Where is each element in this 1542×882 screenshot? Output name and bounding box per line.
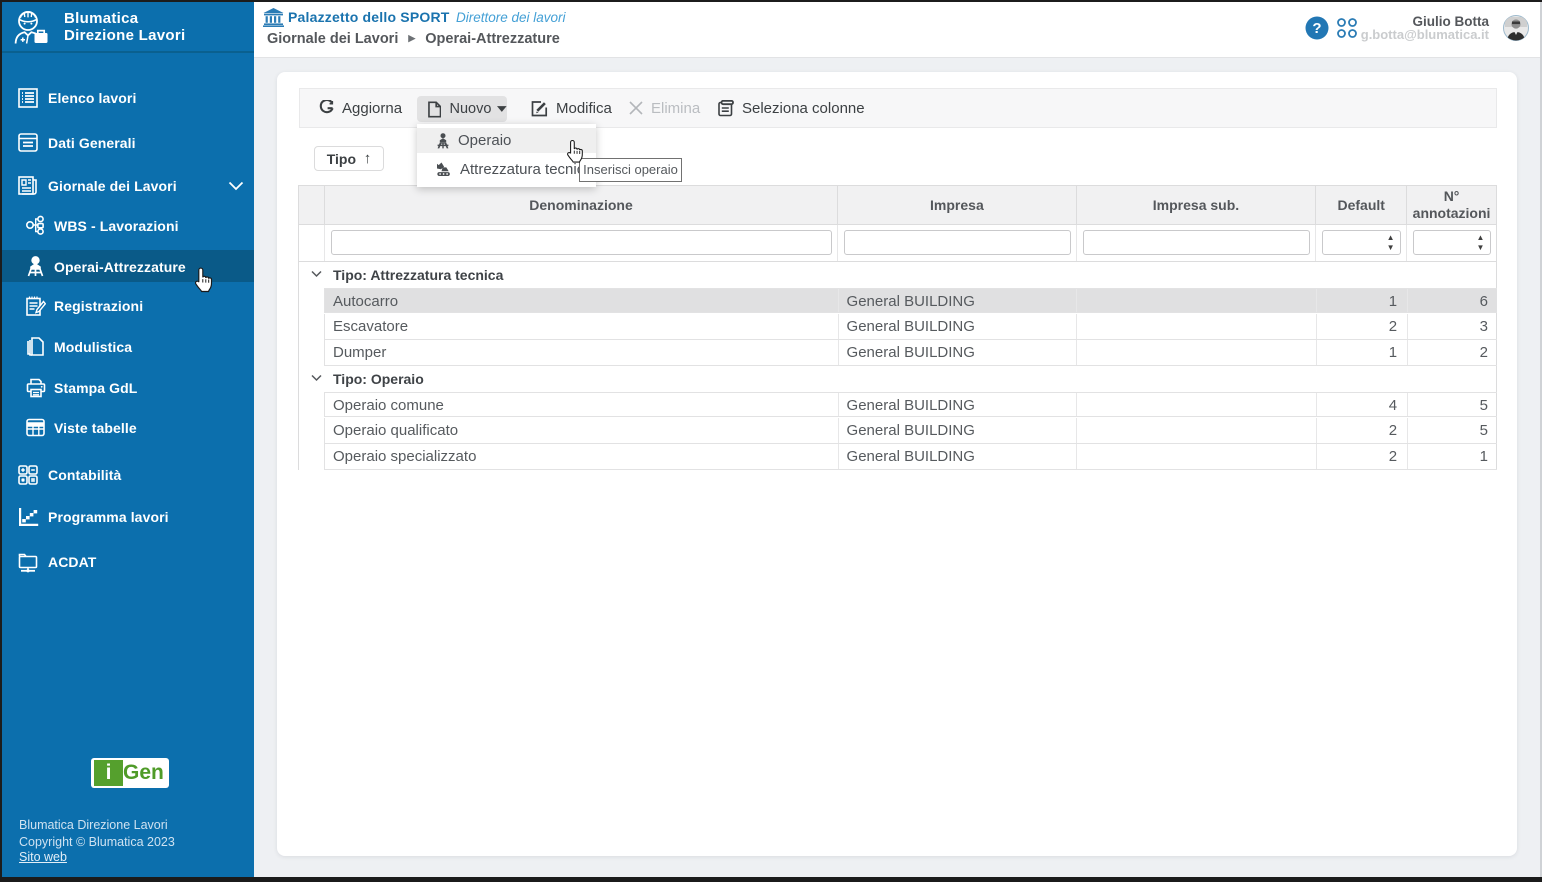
svg-text:?: ? bbox=[1312, 20, 1321, 37]
